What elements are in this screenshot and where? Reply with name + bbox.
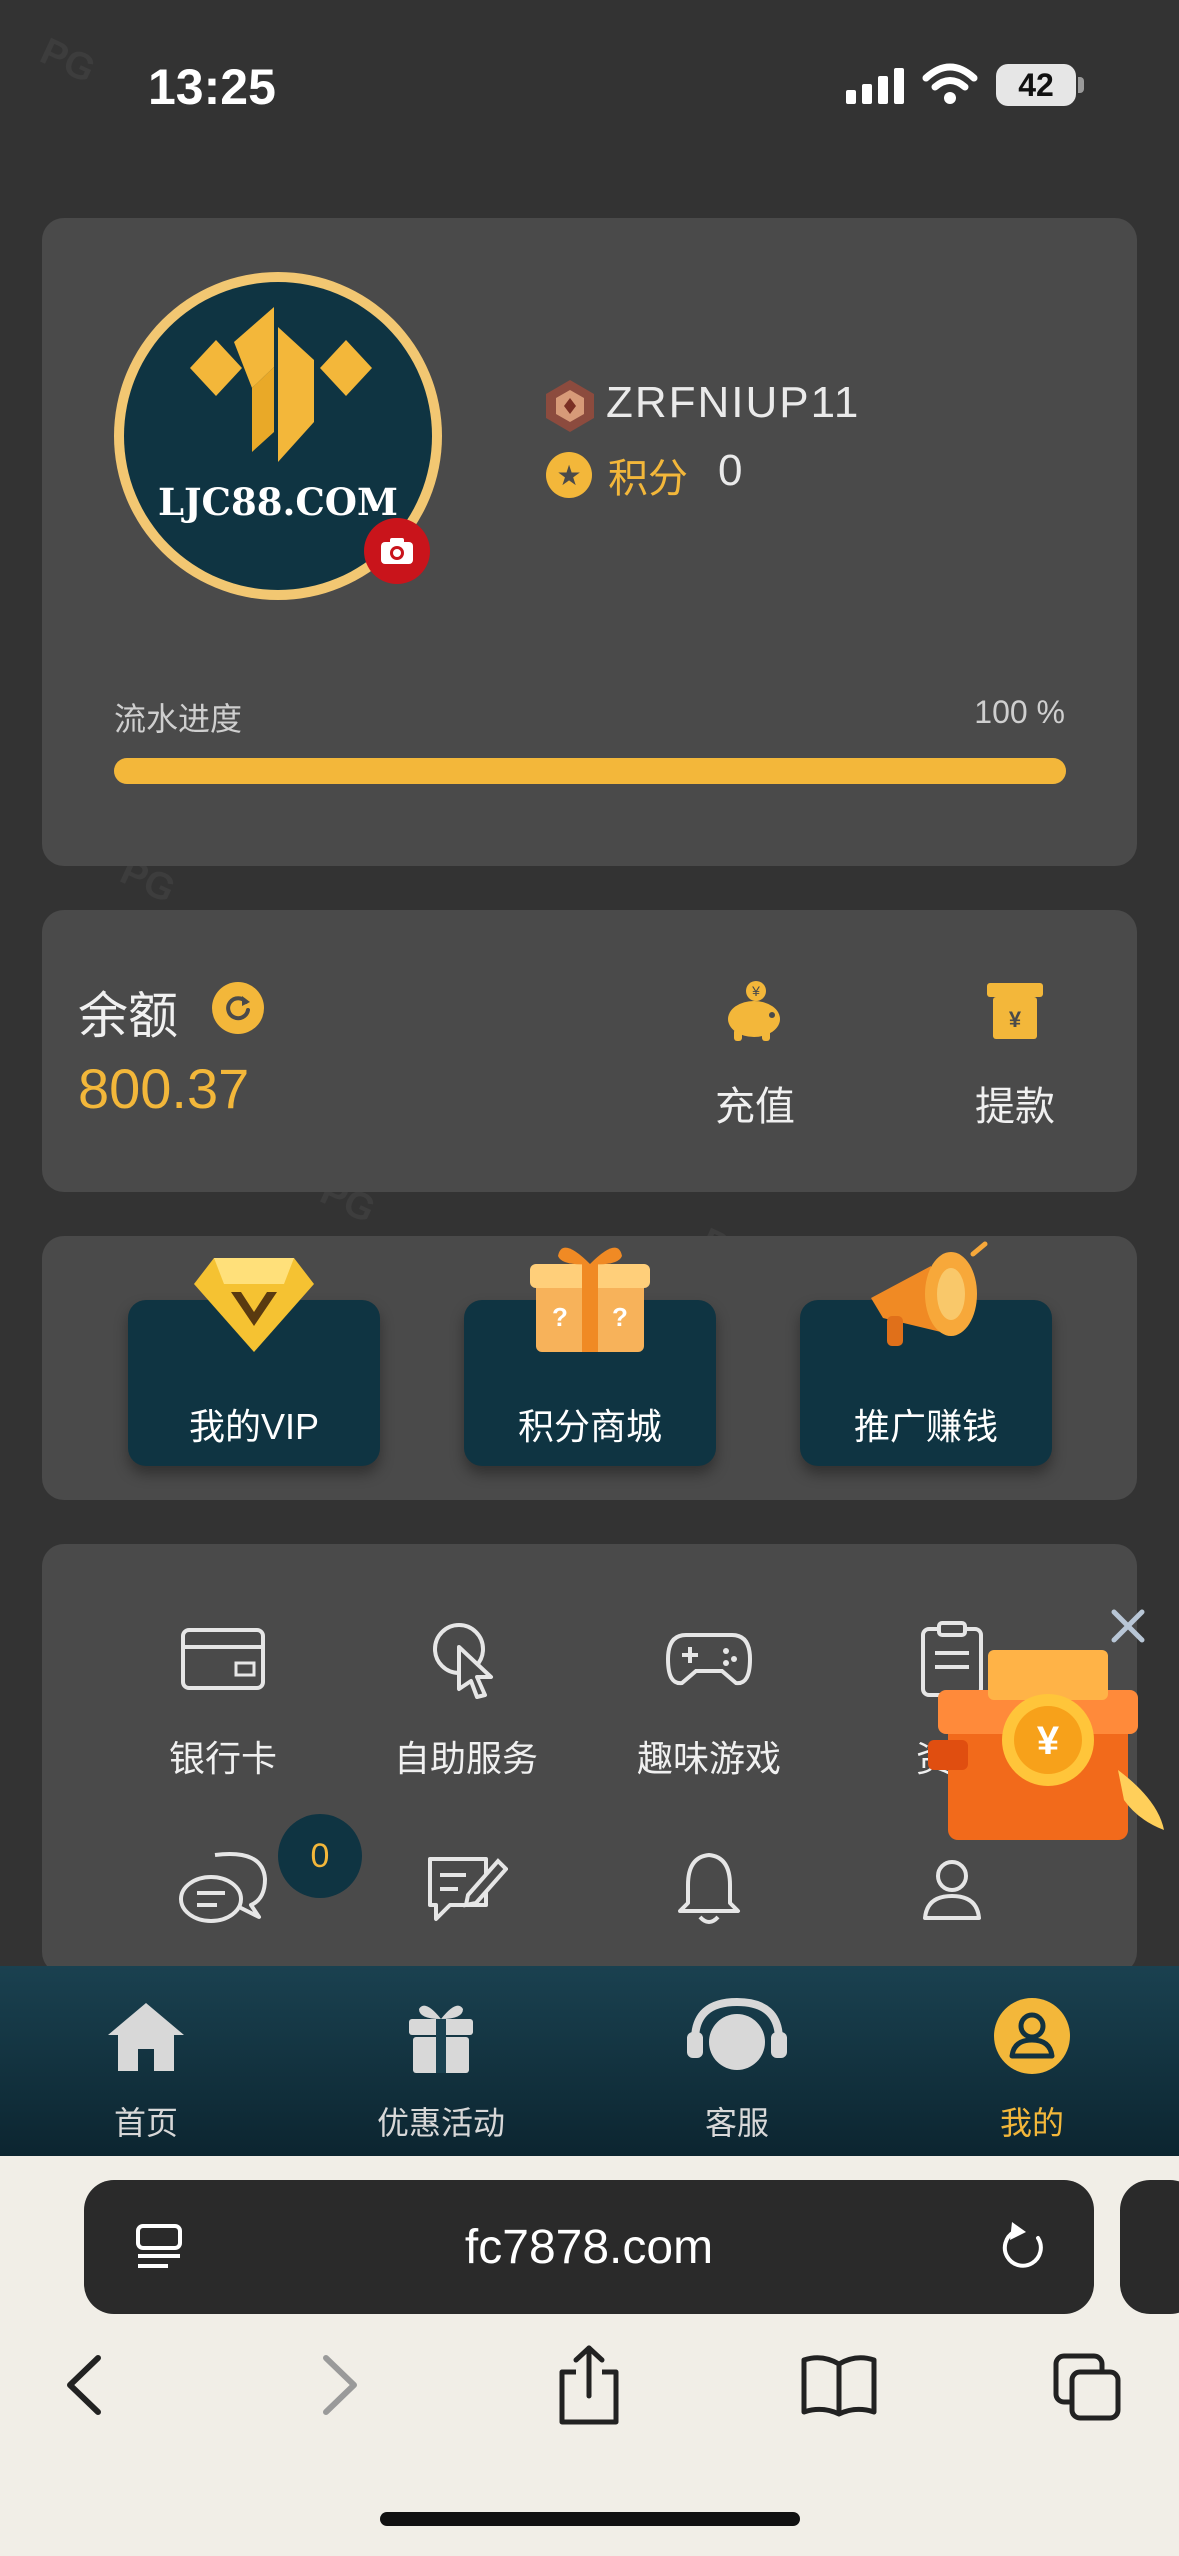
progress-value: 100 %	[974, 694, 1065, 730]
bank-card-label: 银行卡	[168, 1738, 277, 1779]
profile-card: LJC88.COM ZRFNIUP11 ★ 积分 0 流水进度 100 %	[42, 218, 1137, 866]
user-icon	[923, 1860, 981, 1920]
nav-profile[interactable]: 我的	[932, 1988, 1132, 2144]
rank-badge-icon	[546, 380, 594, 432]
home-icon	[108, 2003, 184, 2071]
nav-profile-label: 我的	[999, 2105, 1064, 2141]
progress-bar	[114, 758, 1066, 784]
feedback-icon	[428, 1857, 508, 1921]
deposit-button[interactable]: ¥ 充值	[680, 972, 830, 1132]
reload-icon[interactable]	[1000, 2218, 1050, 2274]
bookmarks-icon[interactable]	[800, 2352, 878, 2418]
balance-label: 余额	[78, 988, 178, 1044]
back-icon[interactable]	[62, 2352, 106, 2418]
bell-icon	[678, 1853, 740, 1924]
svg-text:?: ?	[612, 1302, 628, 1332]
nav-home[interactable]: 首页	[46, 1988, 246, 2144]
vip-label: 我的VIP	[188, 1406, 320, 1447]
withdraw-label: 提款	[975, 1085, 1055, 1129]
logo-mark-icon	[190, 307, 372, 462]
home-indicator	[380, 2512, 800, 2526]
features-card: 我的VIP ? ? 积分商城 推广赚钱	[42, 1236, 1137, 1500]
promo-gift-icon[interactable]: ¥	[928, 1630, 1168, 1852]
browser-chrome: fc7878.com	[0, 2156, 1179, 2556]
promote-tile[interactable]: 推广赚钱	[800, 1241, 1052, 1466]
vip-tile[interactable]: 我的VIP	[128, 1258, 380, 1466]
share-icon[interactable]	[556, 2342, 622, 2426]
battery-indicator: 42	[996, 64, 1076, 106]
points-mall-tile[interactable]: ? ? 积分商城	[464, 1247, 716, 1466]
megaphone-icon	[871, 1241, 988, 1346]
self-service-icon	[433, 1623, 493, 1699]
self-service-button[interactable]: 自助服务	[366, 1614, 566, 1782]
profile-icon	[994, 1998, 1070, 2074]
svg-text:¥: ¥	[1009, 1007, 1022, 1032]
headset-icon	[687, 1997, 787, 2070]
message-count-badge: 0	[278, 1814, 362, 1898]
piggy-bank-icon: ¥	[728, 981, 780, 1041]
fun-games-button[interactable]: 趣味游戏	[609, 1614, 809, 1782]
svg-text:¥: ¥	[1037, 1719, 1060, 1763]
status-time: 13:25	[148, 59, 276, 115]
bank-card-icon	[181, 1628, 265, 1690]
balance-card: 余额 800.37 ¥ 充值 ¥ 提款	[42, 910, 1137, 1192]
withdraw-button[interactable]: ¥ 提款	[940, 972, 1090, 1132]
address-bar[interactable]: fc7878.com	[84, 2180, 1094, 2314]
camera-icon[interactable]	[364, 518, 430, 584]
chat-icon	[179, 1852, 267, 1923]
account-button[interactable]	[852, 1844, 1052, 1934]
deposit-label: 充值	[715, 1085, 795, 1129]
refresh-balance-icon[interactable]	[212, 982, 264, 1034]
promote-label: 推广赚钱	[853, 1406, 998, 1447]
nav-support[interactable]: 客服	[637, 1988, 837, 2144]
gift-box-icon: ? ?	[530, 1247, 650, 1352]
progress-fill	[114, 758, 1066, 784]
tabs-icon[interactable]	[1052, 2352, 1124, 2424]
svg-text:?: ?	[552, 1302, 568, 1332]
wifi-icon	[922, 63, 978, 104]
nav-support-label: 客服	[704, 2105, 769, 2141]
fun-games-label: 趣味游戏	[636, 1738, 781, 1779]
nav-promotions-label: 优惠活动	[376, 2105, 505, 2141]
vip-diamond-icon	[194, 1258, 314, 1352]
forward-icon[interactable]	[318, 2352, 362, 2418]
next-tab-preview[interactable]	[1120, 2180, 1179, 2314]
gift-icon	[409, 2005, 473, 2073]
withdraw-icon: ¥	[987, 983, 1043, 1039]
bank-card-button[interactable]: 银行卡	[123, 1614, 323, 1782]
balance-value: 800.37	[78, 1057, 250, 1120]
self-service-label: 自助服务	[393, 1738, 538, 1779]
gamepad-icon	[666, 1633, 752, 1686]
notifications-button[interactable]	[609, 1844, 809, 1934]
url-text: fc7878.com	[464, 2221, 714, 2274]
feedback-button[interactable]	[366, 1844, 566, 1934]
svg-text:¥: ¥	[751, 983, 760, 999]
nav-promotions[interactable]: 优惠活动	[341, 1988, 541, 2144]
bottom-nav: 首页 优惠活动 客服 我的	[0, 1966, 1179, 2156]
avatar-logo-text: LJC88.COM	[158, 480, 398, 524]
battery-tip	[1078, 77, 1084, 93]
star-icon: ★	[546, 452, 592, 498]
progress-label: 流水进度	[114, 701, 243, 737]
points-value: 0	[718, 446, 743, 495]
username: ZRFNIUP11	[606, 378, 861, 427]
cellular-signal-icon	[846, 68, 904, 104]
nav-home-label: 首页	[113, 2105, 178, 2141]
points-label: 积分	[608, 457, 688, 501]
status-bar: 13:25 42	[0, 0, 1179, 170]
points-mall-label: 积分商城	[517, 1406, 662, 1447]
